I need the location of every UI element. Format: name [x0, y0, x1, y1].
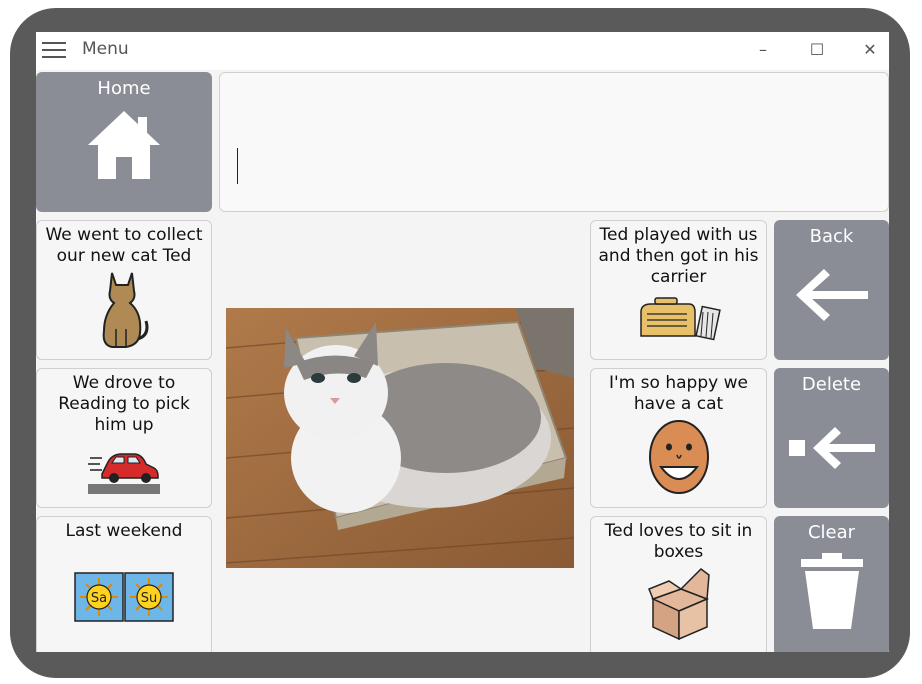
tile-played-carrier[interactable]: Ted played with us and then got in his c…: [590, 220, 767, 360]
minimize-icon[interactable]: –: [751, 38, 775, 62]
tile-label: I'm so happy we have a cat: [609, 373, 748, 414]
text-caret: [237, 148, 238, 184]
tile-label: We drove to Reading to pick him up: [58, 373, 190, 435]
tile-label: We went to collect our new cat Ted: [45, 225, 203, 266]
message-bar[interactable]: [219, 72, 889, 212]
house-icon: [88, 111, 160, 179]
tile-label: Last weekend: [65, 521, 183, 541]
calendar-day-sa: Sa: [91, 591, 107, 606]
cat-icon: [102, 272, 149, 348]
box-icon: [647, 568, 710, 641]
home-label: Home: [97, 78, 151, 99]
tile-label: Ted played with us and then got in his c…: [598, 225, 759, 287]
pet-carrier-icon: [639, 297, 721, 341]
tile-last-weekend[interactable]: Last weekend Sa Su: [36, 516, 212, 652]
tile-collect-cat[interactable]: We went to collect our new cat Ted: [36, 220, 212, 360]
clear-label: Clear: [807, 522, 856, 543]
weekend-calendar-icon: Sa Su: [74, 572, 174, 622]
delete-label: Delete: [801, 374, 862, 395]
arrow-left-icon: [795, 269, 868, 321]
app-screen: Menu – ☐ ✕ Home We went to collect our n…: [36, 32, 889, 652]
menu-label[interactable]: Menu: [82, 39, 129, 59]
tile-label: Ted loves to sit in boxes: [604, 521, 753, 562]
tile-sit-in-boxes[interactable]: Ted loves to sit in boxes: [590, 516, 767, 652]
title-bar: Menu – ☐ ✕: [36, 32, 889, 70]
calendar-day-su: Su: [141, 591, 158, 606]
tile-happy-cat[interactable]: I'm so happy we have a cat: [590, 368, 767, 508]
car-icon: [88, 453, 160, 494]
tile-drove-to-reading[interactable]: We drove to Reading to pick him up: [36, 368, 212, 508]
happy-face-icon: [648, 420, 709, 494]
back-button[interactable]: Back: [774, 220, 889, 360]
delete-arrow-icon: [788, 427, 875, 469]
clear-button[interactable]: Clear: [774, 516, 889, 652]
hamburger-menu-icon[interactable]: [42, 41, 66, 59]
cat-in-box-photo: [226, 308, 574, 568]
home-button[interactable]: Home: [36, 72, 212, 212]
delete-button[interactable]: Delete: [774, 368, 889, 508]
maximize-icon[interactable]: ☐: [805, 38, 829, 62]
trash-icon: [800, 553, 863, 629]
close-icon[interactable]: ✕: [858, 38, 882, 62]
back-label: Back: [809, 226, 854, 247]
